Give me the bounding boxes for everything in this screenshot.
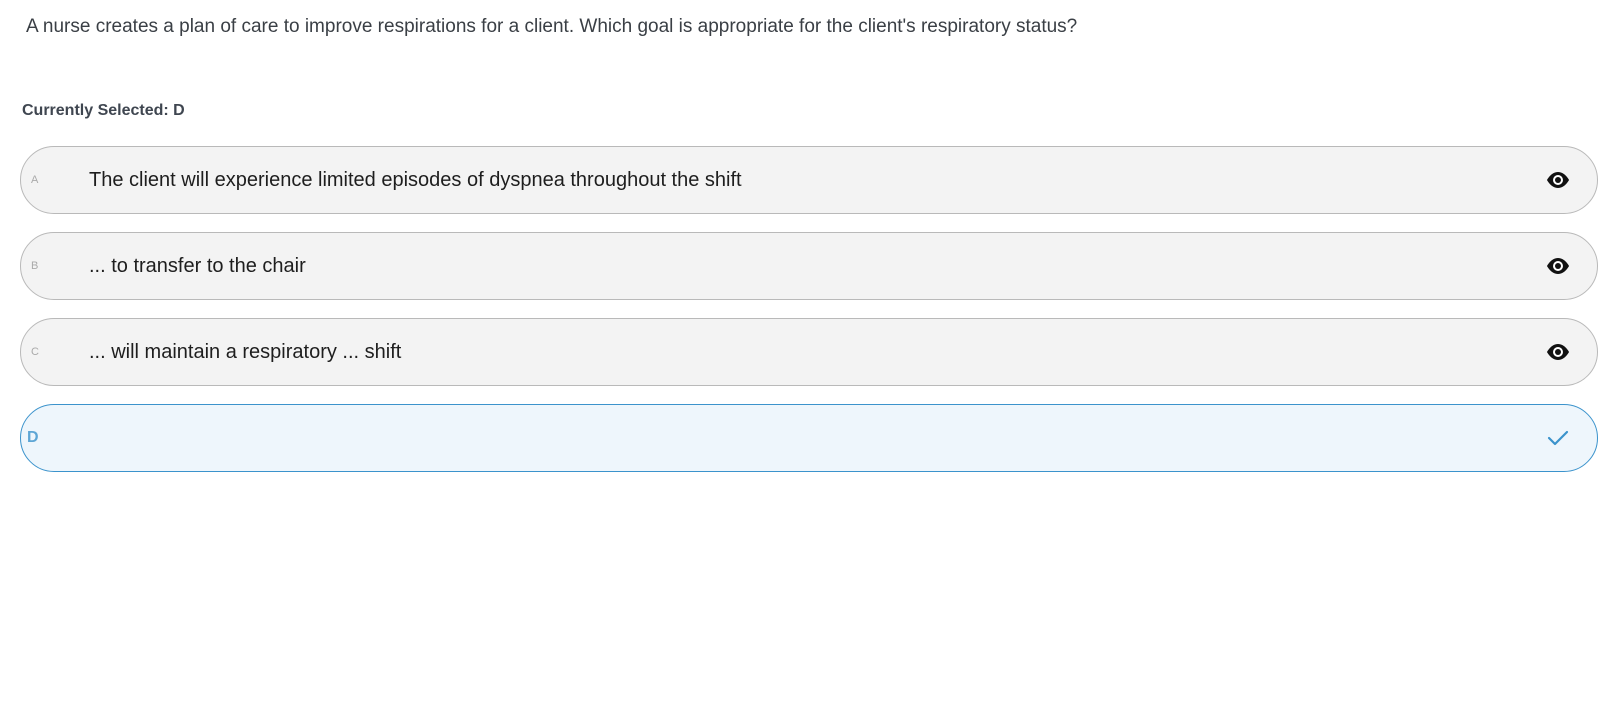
quiz-page: A nurse creates a plan of care to improv… — [0, 0, 1618, 711]
option-letter: A — [31, 174, 40, 186]
question-text: A nurse creates a plan of care to improv… — [26, 16, 1078, 37]
eye-icon[interactable] — [1545, 253, 1571, 279]
option-text: The client will experience limited episo… — [89, 168, 742, 191]
eye-icon[interactable] — [1545, 339, 1571, 365]
check-icon — [1545, 425, 1571, 451]
option-letter: B — [31, 260, 40, 272]
answer-option-b[interactable]: B ... to transfer to the chair — [20, 232, 1598, 300]
answer-option-d[interactable]: D — [20, 404, 1598, 472]
answer-option-a[interactable]: A The client will experience limited epi… — [20, 146, 1598, 214]
option-text: ... will maintain a respiratory ... shif… — [89, 340, 402, 363]
eye-icon[interactable] — [1545, 167, 1571, 193]
answer-options: A The client will experience limited epi… — [20, 146, 1598, 490]
option-letter: C — [31, 346, 40, 358]
option-text: ... to transfer to the chair — [89, 254, 306, 277]
option-letter: D — [27, 429, 40, 446]
currently-selected-label: Currently Selected: D — [22, 102, 185, 119]
answer-option-c[interactable]: C ... will maintain a respiratory ... sh… — [20, 318, 1598, 386]
